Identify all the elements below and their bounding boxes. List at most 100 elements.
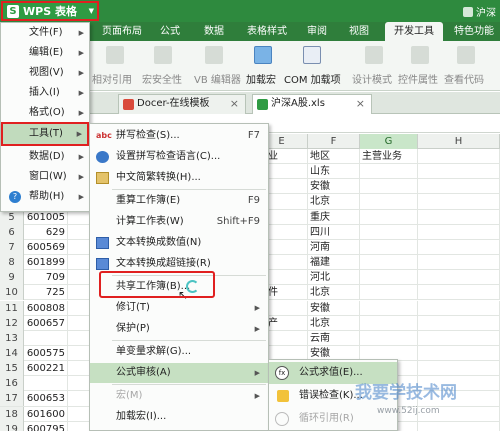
menu-window[interactable]: 窗口(W) ▶ [1,167,89,187]
row-number[interactable]: 19 [0,421,24,431]
row-number[interactable]: 7 [0,239,24,255]
cell-f[interactable]: 山东 [308,164,360,180]
menu-macro[interactable]: 宏(M) ▶ [90,386,268,406]
cell-a[interactable] [24,376,68,392]
menu-protect[interactable]: 保护(P) ▶ [90,319,268,339]
menu-format[interactable]: 格式(O) ▶ [1,103,89,123]
cell-a[interactable]: 600569 [24,239,68,255]
cell-g[interactable] [360,224,418,240]
menu-recalc-workbook[interactable]: 重算工作簿(E) F9 [90,191,268,211]
cell-a[interactable]: 601600 [24,406,68,422]
relative-reference-button[interactable]: 相对引用 [92,41,138,91]
column-header-g[interactable]: G [360,134,418,149]
tab-view[interactable]: 视图 [340,22,378,41]
cell-a[interactable]: 600795 [24,421,68,431]
cell-a[interactable]: 725 [24,285,68,301]
tab-docer-templates[interactable]: Docer-在线模板 × [118,94,246,114]
cell-h[interactable] [418,209,500,225]
tab-table-style[interactable]: 表格样式 [240,22,294,41]
column-header-f[interactable]: F [308,134,360,149]
cell-f[interactable]: 重庆 [308,209,360,225]
cell-f[interactable]: 四川 [308,224,360,240]
row-number[interactable]: 18 [0,406,24,422]
control-properties-button[interactable]: 控件属性 [398,41,442,91]
cell-f[interactable]: 安徽 [308,179,360,195]
cell-h[interactable] [418,330,500,346]
row-number[interactable]: 13 [0,330,24,346]
row-number[interactable]: 17 [0,391,24,407]
menu-load-addins[interactable]: 加载宏(I)... [90,407,268,427]
cell-g[interactable] [360,164,418,180]
menu-calc-sheet[interactable]: 计算工作表(W) Shift+F9 [90,212,268,232]
cell-a[interactable]: 629 [24,224,68,240]
menu-edit[interactable]: 编辑(E) ▶ [1,43,89,63]
menu-formula-auditing[interactable]: 公式审核(A) ▶ [90,363,268,383]
cell-h[interactable] [418,224,500,240]
tab-page-layout[interactable]: 页面布局 [98,22,146,41]
cell-g[interactable] [360,330,418,346]
menu-view[interactable]: 视图(V) ▶ [1,63,89,83]
cell-f[interactable]: 安徽 [308,300,360,316]
column-header-h[interactable]: H [418,134,500,149]
view-code-button[interactable]: 查看代码 [444,41,488,91]
cell-a[interactable]: 600653 [24,391,68,407]
cell-h[interactable] [418,345,500,361]
tab-review[interactable]: 审阅 [298,22,336,41]
cell-h[interactable] [418,149,500,164]
cell-f[interactable]: 北京 [308,285,360,301]
menu-track-changes[interactable]: 修订(T) ▶ [90,298,268,318]
cell-g[interactable]: 主营业务 [360,149,418,164]
cell-h[interactable] [418,361,500,377]
cell-a[interactable]: 600221 [24,361,68,377]
cell-g[interactable] [360,239,418,255]
cell-h[interactable] [418,300,500,316]
row-number[interactable]: 11 [0,300,24,316]
row-number[interactable]: 6 [0,224,24,240]
row-number[interactable]: 14 [0,345,24,361]
menu-tools[interactable]: 工具(T) ▶ [1,122,89,146]
cell-g[interactable] [360,270,418,286]
cell-a[interactable]: 709 [24,270,68,286]
tab-developer[interactable]: 开发工具 [385,22,443,41]
menu-insert[interactable]: 插入(I) ▶ [1,83,89,103]
com-add-ins-button[interactable]: COM 加载项 [284,41,341,91]
menu-goal-seek[interactable]: 单变量求解(G)... [90,342,268,362]
menu-text-to-number[interactable]: 文本转换成数值(N) [90,233,268,253]
row-number[interactable]: 12 [0,315,24,331]
row-number[interactable]: 8 [0,255,24,271]
design-mode-button[interactable]: 设计模式 [352,41,396,91]
cell-f[interactable]: 北京 [308,315,360,331]
cell-f[interactable]: 云南 [308,330,360,346]
cell-f[interactable]: 福建 [308,255,360,271]
vb-editor-button[interactable]: VB 编辑器 [190,41,241,91]
cell-h[interactable] [418,255,500,271]
cell-g[interactable] [360,179,418,195]
tab-formula[interactable]: 公式 [150,22,190,41]
macro-security-button[interactable]: 宏安全性 [140,41,186,91]
cell-h[interactable] [418,285,500,301]
row-number[interactable]: 15 [0,361,24,377]
menu-chinese-conversion[interactable]: 中文简繁转换(H)... [90,168,268,188]
cell-h[interactable] [418,164,500,180]
cell-f[interactable]: 地区 [308,149,360,164]
cell-g[interactable] [360,255,418,271]
cell-h[interactable] [418,239,500,255]
menu-spell-language[interactable]: 设置拼写检查语言(C)... [90,147,268,167]
close-icon[interactable]: × [356,95,365,113]
cell-f[interactable]: 河南 [308,239,360,255]
cell-h[interactable] [418,194,500,210]
cell-g[interactable] [360,315,418,331]
wps-app-menu-button[interactable]: S WPS 表格 ▼ [1,1,99,21]
cell-a[interactable]: 601899 [24,255,68,271]
row-number[interactable]: 16 [0,376,24,392]
cell-g[interactable] [360,285,418,301]
menu-spell-check[interactable]: abc 拼写检查(S)... F7 [90,126,268,146]
close-icon[interactable]: × [230,95,239,113]
cell-a[interactable]: 600575 [24,345,68,361]
menu-help[interactable]: ? 帮助(H) ▶ [1,187,89,207]
cell-f[interactable]: 北京 [308,194,360,210]
tab-special-features[interactable]: 特色功能 [448,22,500,41]
cell-f[interactable]: 河北 [308,270,360,286]
tab-data[interactable]: 数据 [194,22,234,41]
tab-workbook[interactable]: 沪深A股.xls × [252,94,372,114]
